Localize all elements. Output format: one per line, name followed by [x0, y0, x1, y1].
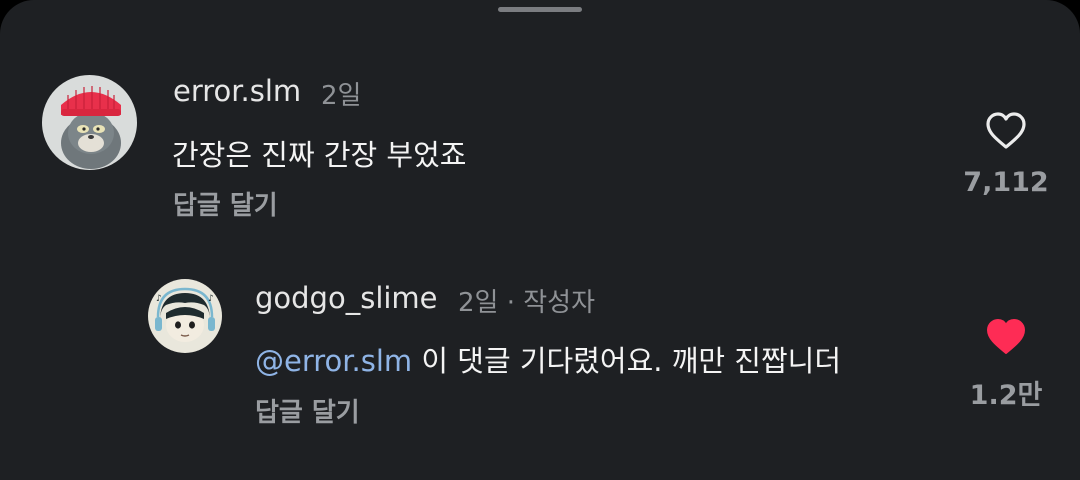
heart-outline-icon[interactable]	[985, 112, 1027, 150]
avatar[interactable]: ♪ ♪	[148, 279, 222, 353]
avatar-character-image: ♪ ♪	[148, 279, 222, 353]
comment-text: 간장은 진짜 간장 부었죠	[172, 138, 467, 172]
mention-link[interactable]: @error.slm	[255, 344, 412, 378]
comment-timestamp: 2일	[458, 288, 499, 318]
avatar[interactable]	[42, 75, 137, 170]
comment-username[interactable]: godgo_slime	[255, 281, 438, 315]
comments-sheet: error.slm 2일 간장은 진짜 간장 부었죠 답글 달기 7,112 ♪	[0, 0, 1080, 480]
meta-separator: ·	[498, 288, 524, 318]
author-badge: 작성자	[523, 288, 596, 318]
like-count: 1.2만	[969, 380, 1043, 411]
comment-username[interactable]: error.slm	[173, 74, 301, 108]
avatar-cat-image	[42, 75, 137, 170]
reply-button[interactable]: 답글 달기	[173, 185, 278, 222]
drag-handle[interactable]	[498, 7, 582, 12]
comment-text-body: 이 댓글 기다렸어요. 깨만 진짭니더	[412, 344, 842, 378]
comment-text: @error.slm 이 댓글 기다렸어요. 깨만 진짭니더	[255, 338, 841, 380]
comment-timestamp: 2일	[321, 81, 362, 111]
svg-text:♪: ♪	[208, 294, 214, 304]
reply-button[interactable]: 답글 달기	[255, 392, 360, 429]
svg-text:♪: ♪	[156, 294, 162, 304]
heart-filled-icon[interactable]	[985, 318, 1027, 356]
like-count: 7,112	[963, 167, 1049, 198]
comment-meta: 2일 · 작성자	[458, 282, 595, 319]
